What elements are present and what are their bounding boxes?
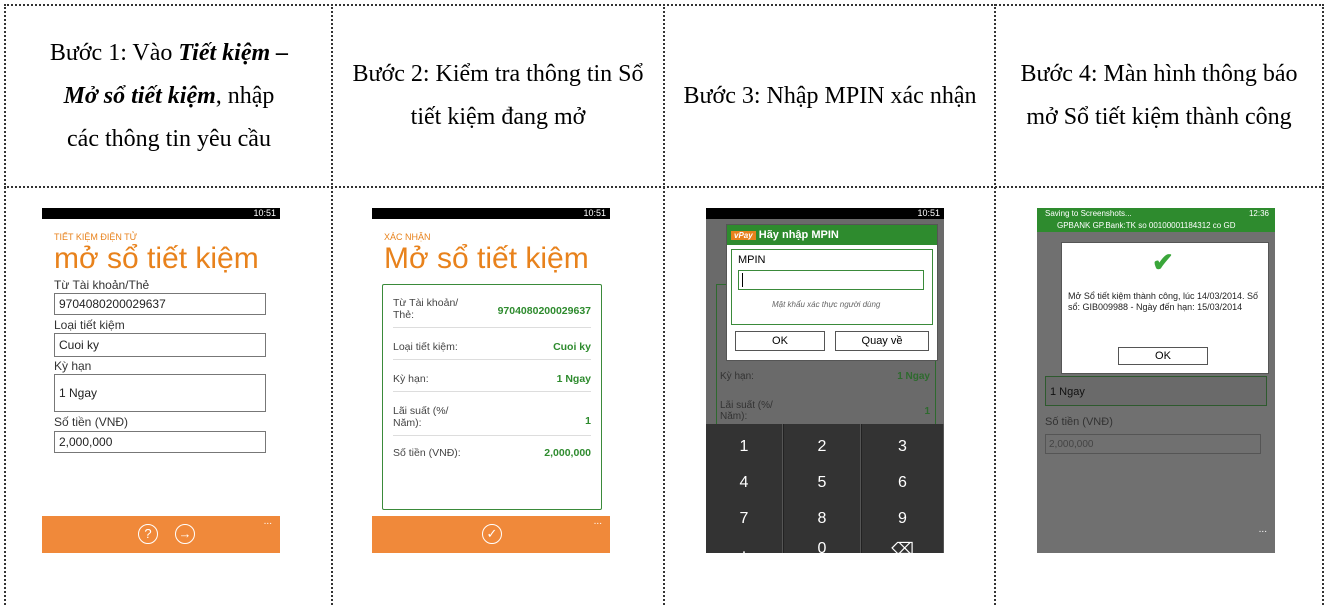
caption-step1: Bước 1: Vào Tiết kiệm – Mở sổ tiết kiệm, … — [8, 8, 330, 184]
ok-button[interactable]: OK — [735, 331, 825, 351]
amount-label: Số tiền (VNĐ) — [54, 415, 129, 429]
term-select[interactable]: 1 Ngay — [54, 374, 266, 412]
row-value: 1 Ngay — [556, 373, 591, 385]
confirm-check-icon[interactable]: ✓ — [482, 524, 502, 544]
text-cursor — [742, 273, 743, 287]
confirm-row-amount: Số tiền (VNĐ): 2,000,000 — [393, 447, 591, 465]
row-label: Số tiền (VNĐ): — [393, 447, 461, 459]
app-bar: ? → ... — [42, 516, 280, 553]
row-value: Cuoi ky — [553, 341, 591, 353]
caption-step2-text: Bước 2: Kiểm tra thông tin Sổ tiết kiệm … — [352, 61, 644, 130]
confirm-row-rate: Lãi suất (%/ Năm): 1 — [393, 405, 591, 436]
phone-screen-step4: Saving to Screenshots... 12:36 GPBANK GP… — [1037, 208, 1275, 553]
status-bar: Saving to Screenshots... 12:36 — [1037, 208, 1275, 220]
page-subtitle: XÁC NHẬN — [384, 232, 431, 242]
confirm-row-account: Từ Tài khoản/ Thẻ: 9704080200029637 — [393, 297, 591, 328]
key-comma[interactable]: , — [706, 532, 783, 553]
caption-step4: Bước 4: Màn hình thông báo mở Sổ tiết ki… — [1003, 8, 1315, 184]
status-time: 12:36 — [1248, 209, 1269, 218]
caption-step1-prefix: Bước 1: Vào — [49, 39, 179, 66]
mpin-hint: Mật khẩu xác thực người dùng — [772, 300, 881, 309]
back-button[interactable]: Quay về — [835, 331, 929, 351]
status-text: Saving to Screenshots... — [1045, 209, 1132, 218]
vpay-logo: vPay — [731, 231, 756, 240]
status-bar-time: 10:51 — [706, 208, 944, 219]
ok-button[interactable]: OK — [1118, 347, 1208, 365]
term-value: 1 Ngay — [1050, 386, 1085, 398]
bg-row-rate-label: Lãi suất (%/ Năm): — [720, 400, 773, 422]
help-icon[interactable]: ? — [138, 524, 158, 544]
table-col-divider-2 — [663, 4, 665, 605]
caption-step3-text: Bước 3: Nhập MPIN xác nhận — [683, 82, 977, 109]
page-subtitle: TIẾT KIỆM ĐIỆN TỬ — [54, 232, 138, 242]
saving-type-label: Loại tiết kiệm — [54, 318, 125, 332]
term-label: Kỳ hạn — [54, 359, 92, 373]
row-value: 2,000,000 — [544, 447, 591, 459]
row-label: Từ Tài khoản/ Thẻ: — [393, 297, 459, 321]
phone-screen-step3: 10:51 Kỳ hạn: 1 Ngay Lãi suất (%/ Năm): … — [706, 208, 944, 553]
page-title: Mở sổ tiết kiệm — [384, 242, 589, 275]
row-value: 9704080200029637 — [497, 305, 591, 317]
confirm-row-term: Kỳ hạn: 1 Ngay — [393, 373, 591, 392]
row-label: Lãi suất (%/ Năm): — [393, 405, 449, 429]
dialog-title: Hãy nhập MPIN — [758, 229, 839, 241]
status-bar-time: 10:51 — [372, 208, 610, 219]
row-label: Kỳ hạn: — [393, 373, 429, 385]
confirm-panel: Từ Tài khoản/ Thẻ: 9704080200029637 Loại … — [382, 284, 602, 510]
mpin-dialog: vPay Hãy nhập MPIN MPIN Mật khẩu xác thự… — [726, 224, 938, 361]
row-label: Loại tiết kiệm: — [393, 341, 458, 353]
caption-step1-menu: Tiết kiệm – — [178, 39, 289, 66]
more-icon[interactable]: ... — [264, 516, 272, 527]
numeric-keypad: 1 2 3 4 5 6 7 8 9 , 0 ⌫ — [706, 424, 944, 553]
status-bar-time: 10:51 — [42, 208, 280, 219]
amount-field: 2,000,000 — [1045, 434, 1261, 454]
confirm-row-type: Loại tiết kiệm: Cuoi ky — [393, 341, 591, 360]
app-bar: ✓ ... — [372, 516, 610, 553]
bg-term-field: 1 Ngay — [1045, 376, 1267, 406]
mpin-panel: MPIN Mật khẩu xác thực người dùng — [731, 249, 933, 325]
caption-step3: Bước 3: Nhập MPIN xác nhận — [672, 8, 988, 184]
success-message: Mở Sổ tiết kiệm thành công, lúc 14/03/20… — [1068, 291, 1259, 312]
caption-step1-submenu: Mở sổ tiết kiệm — [63, 82, 216, 109]
saving-type-select[interactable]: Cuoi ky — [54, 333, 266, 357]
page-title: mở sổ tiết kiệm — [54, 242, 259, 275]
mpin-label: MPIN — [738, 254, 766, 266]
mpin-input[interactable] — [738, 270, 924, 290]
next-arrow-icon[interactable]: → — [175, 524, 195, 544]
amount-field[interactable]: 2,000,000 — [54, 431, 266, 453]
caption-step4-text: Bước 4: Màn hình thông báo mở Sổ tiết ki… — [1020, 61, 1298, 130]
dialog-header: vPay Hãy nhập MPIN — [727, 225, 937, 245]
row-value: 1 — [585, 415, 591, 427]
notification-bar[interactable]: GPBANK GP.Bank:TK so 00100001184312 co G… — [1037, 220, 1275, 232]
check-icon: ✔ — [1152, 247, 1174, 277]
table-col-divider-1 — [331, 4, 333, 605]
key-0[interactable]: 0 — [784, 532, 861, 553]
table-col-divider-3 — [994, 4, 996, 605]
caption-step1-line3: các thông tin yêu cầu — [67, 125, 271, 152]
backspace-icon[interactable]: ⌫ — [862, 532, 944, 553]
more-icon[interactable]: ... — [1259, 524, 1267, 535]
bg-row-term-label: Kỳ hạn: — [720, 371, 754, 382]
bg-row-term-value: 1 Ngay — [897, 371, 930, 382]
table-right-border — [1322, 4, 1324, 605]
caption-step2: Bước 2: Kiểm tra thông tin Sổ tiết kiệm … — [340, 8, 656, 184]
success-dialog: ✔ Mở Sổ tiết kiệm thành công, lúc 14/03/… — [1061, 242, 1269, 374]
phone-screen-step1: 10:51 TIẾT KIỆM ĐIỆN TỬ mở sổ tiết kiệm … — [42, 208, 280, 553]
amount-label: Số tiền (VNĐ) — [1045, 416, 1113, 428]
bg-row-rate-value: 1 — [924, 406, 930, 417]
caption-step1-suffix: , nhập — [215, 82, 275, 109]
more-icon[interactable]: ... — [594, 516, 602, 527]
table-left-border — [4, 4, 6, 605]
phone-screen-step2: 10:51 XÁC NHẬN Mở sổ tiết kiệm Từ Tài kh… — [372, 208, 610, 553]
account-label: Từ Tài khoản/Thẻ — [54, 278, 150, 292]
account-field[interactable]: 9704080200029637 — [54, 293, 266, 315]
